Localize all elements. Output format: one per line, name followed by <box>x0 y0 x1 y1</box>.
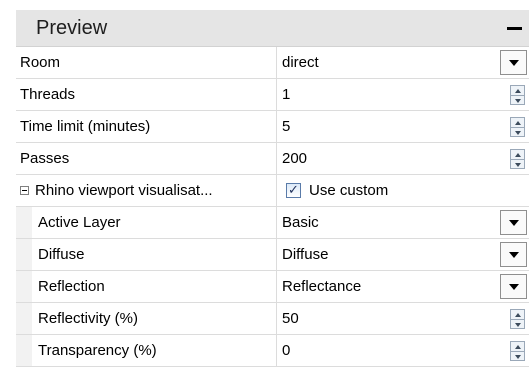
property-row-time-limit[interactable]: Time limit (minutes) 5 <box>16 111 529 143</box>
panel-header[interactable]: Preview <box>16 10 529 47</box>
property-label: Reflectivity (%) <box>32 303 277 334</box>
property-value[interactable]: 5 <box>278 111 529 142</box>
spinner-down-icon[interactable] <box>511 319 524 329</box>
spinner-up-icon[interactable] <box>511 150 524 159</box>
property-row-threads[interactable]: Threads 1 <box>16 79 529 111</box>
property-row-reflection[interactable]: Reflection Reflectance <box>16 271 529 303</box>
use-custom-label: Use custom <box>309 182 389 199</box>
group-label-text: Rhino viewport visualisat... <box>35 182 213 199</box>
threads-value: 1 <box>282 86 291 103</box>
spinner-arrows-icon[interactable] <box>510 85 525 105</box>
property-value[interactable]: 200 <box>278 143 529 174</box>
spinner-up-icon[interactable] <box>511 310 524 319</box>
property-grid: Room direct Threads 1 Time limit (minute… <box>16 47 529 367</box>
spinner-arrows-icon[interactable] <box>510 341 525 361</box>
spinner-up-icon[interactable] <box>511 86 524 95</box>
property-row-reflectivity[interactable]: Reflectivity (%) 50 <box>16 303 529 335</box>
transparency-value: 0 <box>282 342 291 359</box>
room-value: direct <box>282 54 319 71</box>
property-row-room[interactable]: Room direct <box>16 47 529 79</box>
tree-collapse-icon[interactable] <box>20 186 29 195</box>
dropdown-arrow-icon[interactable] <box>500 242 527 267</box>
property-row-passes[interactable]: Passes 200 <box>16 143 529 175</box>
spinner-down-icon[interactable] <box>511 159 524 169</box>
reflectivity-value: 50 <box>282 310 299 327</box>
active-layer-value: Basic <box>282 214 319 231</box>
spinner-up-icon[interactable] <box>511 118 524 127</box>
passes-value: 200 <box>282 150 308 167</box>
panel-title: Preview <box>36 16 108 39</box>
spinner-up-icon[interactable] <box>511 342 524 351</box>
property-value[interactable]: 0 <box>278 335 529 366</box>
property-label: Reflection <box>32 271 277 302</box>
property-value[interactable]: 1 <box>278 79 529 110</box>
group-label[interactable]: Rhino viewport visualisat... <box>16 175 277 206</box>
property-row-diffuse[interactable]: Diffuse Diffuse <box>16 239 529 271</box>
property-label: Time limit (minutes) <box>16 111 277 142</box>
spinner-arrows-icon[interactable] <box>510 309 525 329</box>
property-label: Room <box>16 47 277 78</box>
property-row-transparency[interactable]: Transparency (%) 0 <box>16 335 529 367</box>
reflection-value: Reflectance <box>282 278 362 295</box>
property-label: Passes <box>16 143 277 174</box>
spinner-down-icon[interactable] <box>511 127 524 137</box>
property-label: Active Layer <box>32 207 277 238</box>
property-row-active-layer[interactable]: Active Layer Basic <box>16 207 529 239</box>
property-label: Threads <box>16 79 277 110</box>
preview-panel: Preview Room direct Threads 1 Time limit… <box>16 10 529 382</box>
time-limit-value: 5 <box>282 118 291 135</box>
property-group-rhino-viewport[interactable]: Rhino viewport visualisat... ✓ Use custo… <box>16 175 529 207</box>
dropdown-arrow-icon[interactable] <box>500 274 527 299</box>
property-value[interactable]: 50 <box>278 303 529 334</box>
dropdown-arrow-icon[interactable] <box>500 50 527 75</box>
use-custom-checkbox[interactable]: ✓ <box>286 183 301 198</box>
property-value[interactable]: Basic <box>278 207 529 238</box>
property-value[interactable]: direct <box>278 47 529 78</box>
property-value[interactable]: Reflectance <box>278 271 529 302</box>
minus-icon[interactable] <box>501 10 527 46</box>
spinner-down-icon[interactable] <box>511 95 524 105</box>
spinner-down-icon[interactable] <box>511 351 524 361</box>
diffuse-value: Diffuse <box>282 246 329 263</box>
spinner-arrows-icon[interactable] <box>510 117 525 137</box>
property-label: Diffuse <box>32 239 277 270</box>
spinner-arrows-icon[interactable] <box>510 149 525 169</box>
property-value[interactable]: ✓ Use custom <box>278 175 529 206</box>
dropdown-arrow-icon[interactable] <box>500 210 527 235</box>
checkmark-icon: ✓ <box>288 183 299 198</box>
property-label: Transparency (%) <box>32 335 277 366</box>
property-value[interactable]: Diffuse <box>278 239 529 270</box>
